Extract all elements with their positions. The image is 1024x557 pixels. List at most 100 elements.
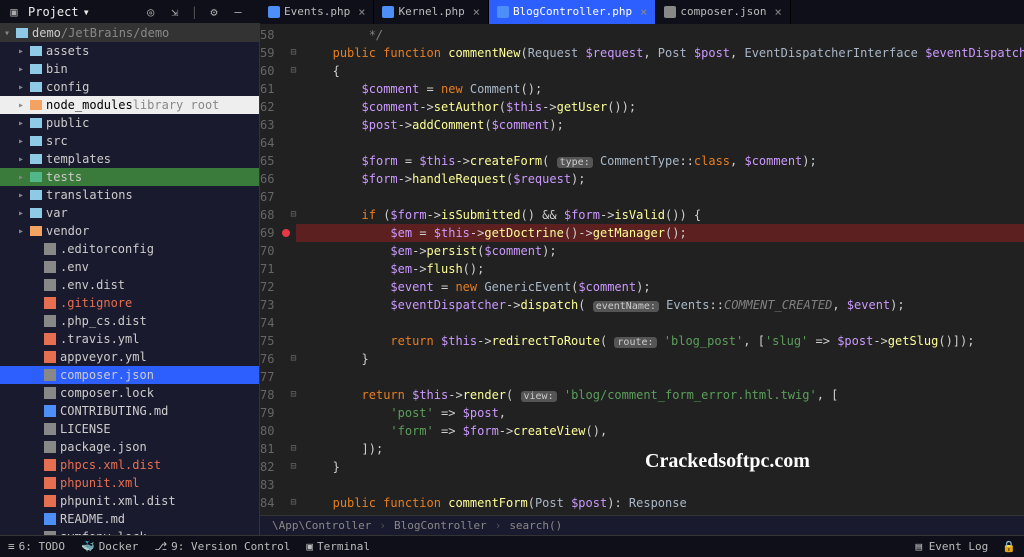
tree-folder-bin[interactable]: ▸bin xyxy=(0,60,259,78)
close-icon[interactable]: × xyxy=(473,5,480,19)
editor-breadcrumbs[interactable]: \App\Controller›BlogController›search() xyxy=(260,515,1024,535)
tree-file--gitignore[interactable]: .gitignore xyxy=(0,294,259,312)
tree-folder-src[interactable]: ▸src xyxy=(0,132,259,150)
tree-item-label: LICENSE xyxy=(60,422,111,436)
expand-icon[interactable]: ⇲ xyxy=(167,4,183,20)
folder-icon xyxy=(30,136,42,146)
code-line[interactable]: return $this->render( view: 'blog/commen… xyxy=(296,386,1024,404)
tree-file-appveyor-yml[interactable]: appveyor.yml xyxy=(0,348,259,366)
file-icon xyxy=(44,351,56,363)
tab-kernel-php[interactable]: Kernel.php× xyxy=(374,0,488,24)
file-icon xyxy=(268,6,280,18)
tree-file-package-json[interactable]: package.json xyxy=(0,438,259,456)
breadcrumb-segment[interactable]: BlogController xyxy=(394,519,487,532)
folder-icon xyxy=(30,64,42,74)
tree-folder-var[interactable]: ▸var xyxy=(0,204,259,222)
code-line[interactable]: $comment = new Comment(); xyxy=(296,80,1024,98)
code-line[interactable]: } xyxy=(296,350,1024,368)
code-editor[interactable]: 5859606162636465666768697071727374757677… xyxy=(260,24,1024,515)
code-line[interactable]: } xyxy=(296,458,1024,476)
breakpoint-gutter[interactable] xyxy=(282,24,290,515)
breakpoint-marker[interactable] xyxy=(282,229,290,237)
code-line[interactable] xyxy=(296,476,1024,494)
tab-events-php[interactable]: Events.php× xyxy=(260,0,374,24)
code-line[interactable]: return $this->redirectToRoute( route: 'b… xyxy=(296,332,1024,350)
status-todo[interactable]: ≡ 6: TODO xyxy=(8,540,65,553)
code-line[interactable]: $em->flush(); xyxy=(296,260,1024,278)
code-line[interactable]: 'post' => $post, xyxy=(296,404,1024,422)
tree-file-readme-md[interactable]: README.md xyxy=(0,510,259,528)
tree-file-composer-json[interactable]: composer.json xyxy=(0,366,259,384)
code-line[interactable]: 'form' => $form->createView(), xyxy=(296,422,1024,440)
tab-composer-json[interactable]: composer.json× xyxy=(656,0,790,24)
tree-item-label: .gitignore xyxy=(60,296,132,310)
code-line[interactable]: $post->addComment($comment); xyxy=(296,116,1024,134)
tree-folder-vendor[interactable]: ▸vendor xyxy=(0,222,259,240)
tree-folder-tests[interactable]: ▸tests xyxy=(0,168,259,186)
code-line[interactable] xyxy=(296,188,1024,206)
tree-file-symfony-lock[interactable]: symfony.lock xyxy=(0,528,259,535)
project-dropdown[interactable]: Project ▾ xyxy=(28,5,90,19)
tree-item-label: appveyor.yml xyxy=(60,350,147,364)
tree-file-phpcs-xml-dist[interactable]: phpcs.xml.dist xyxy=(0,456,259,474)
tree-file-demo[interactable]: ▾demo /JetBrains/demo xyxy=(0,24,259,42)
tree-file--editorconfig[interactable]: .editorconfig xyxy=(0,240,259,258)
tree-file--travis-yml[interactable]: .travis.yml xyxy=(0,330,259,348)
breadcrumb-segment[interactable]: \App\Controller xyxy=(272,519,371,532)
status-eventlog[interactable]: ▤ Event Log xyxy=(915,540,988,553)
file-icon xyxy=(44,513,56,525)
file-icon xyxy=(44,459,56,471)
tree-folder-public[interactable]: ▸public xyxy=(0,114,259,132)
code-line[interactable]: public function commentForm(Post $post):… xyxy=(296,494,1024,512)
tab-blogcontroller-php[interactable]: BlogController.php× xyxy=(489,0,656,24)
tree-file--php_cs-dist[interactable]: .php_cs.dist xyxy=(0,312,259,330)
code-line[interactable]: if ($form->isSubmitted() && $form->isVal… xyxy=(296,206,1024,224)
code-line[interactable]: $em = $this->getDoctrine()->getManager()… xyxy=(296,224,1024,242)
code-line[interactable]: public function commentNew(Request $requ… xyxy=(296,44,1024,62)
code-line[interactable] xyxy=(296,134,1024,152)
status-terminal[interactable]: ▣ Terminal xyxy=(306,540,370,553)
code-line[interactable]: $comment->setAuthor($this->getUser()); xyxy=(296,98,1024,116)
code-line[interactable]: */ xyxy=(296,26,1024,44)
tree-folder-templates[interactable]: ▸templates xyxy=(0,150,259,168)
project-tree[interactable]: ▾demo /JetBrains/demo▸assets▸bin▸config▸… xyxy=(0,24,260,535)
folder-icon xyxy=(30,100,42,110)
lock-icon[interactable]: 🔒 xyxy=(1002,540,1016,553)
tree-item-label: demo xyxy=(32,26,61,40)
tree-file-license[interactable]: LICENSE xyxy=(0,420,259,438)
tree-file-composer-lock[interactable]: composer.lock xyxy=(0,384,259,402)
close-icon[interactable]: × xyxy=(640,5,647,19)
tree-file-contributing-md[interactable]: CONTRIBUTING.md xyxy=(0,402,259,420)
tree-folder-config[interactable]: ▸config xyxy=(0,78,259,96)
code-line[interactable]: $form->handleRequest($request); xyxy=(296,170,1024,188)
code-line[interactable] xyxy=(296,368,1024,386)
code-content[interactable]: */ public function commentNew(Request $r… xyxy=(296,24,1024,515)
gear-icon[interactable]: ⚙ xyxy=(206,4,222,20)
tree-folder-translations[interactable]: ▸translations xyxy=(0,186,259,204)
code-line[interactable]: $event = new GenericEvent($comment); xyxy=(296,278,1024,296)
tree-item-label: composer.lock xyxy=(60,386,154,400)
tree-item-label: phpunit.xml xyxy=(60,476,139,490)
tree-folder-node_modules[interactable]: ▸node_modules library root xyxy=(0,96,259,114)
folder-icon xyxy=(30,190,42,200)
status-vcs[interactable]: ⎇ 9: Version Control xyxy=(154,540,290,553)
tree-file-phpunit-xml[interactable]: phpunit.xml xyxy=(0,474,259,492)
breadcrumb-segment[interactable]: search() xyxy=(509,519,562,532)
tree-file--env-dist[interactable]: .env.dist xyxy=(0,276,259,294)
folder-icon xyxy=(30,82,42,92)
close-icon[interactable]: × xyxy=(774,5,781,19)
close-icon[interactable]: × xyxy=(358,5,365,19)
status-docker[interactable]: 🐳 Docker xyxy=(81,540,138,553)
file-icon xyxy=(44,441,56,453)
tree-file--env[interactable]: .env xyxy=(0,258,259,276)
code-line[interactable]: ]); xyxy=(296,440,1024,458)
code-line[interactable]: $form = $this->createForm( type: Comment… xyxy=(296,152,1024,170)
target-icon[interactable]: ◎ xyxy=(143,4,159,20)
code-line[interactable]: $eventDispatcher->dispatch( eventName: E… xyxy=(296,296,1024,314)
tree-folder-assets[interactable]: ▸assets xyxy=(0,42,259,60)
code-line[interactable]: { xyxy=(296,62,1024,80)
code-line[interactable] xyxy=(296,314,1024,332)
hide-icon[interactable]: — xyxy=(230,4,246,20)
code-line[interactable]: $em->persist($comment); xyxy=(296,242,1024,260)
tree-file-phpunit-xml-dist[interactable]: phpunit.xml.dist xyxy=(0,492,259,510)
